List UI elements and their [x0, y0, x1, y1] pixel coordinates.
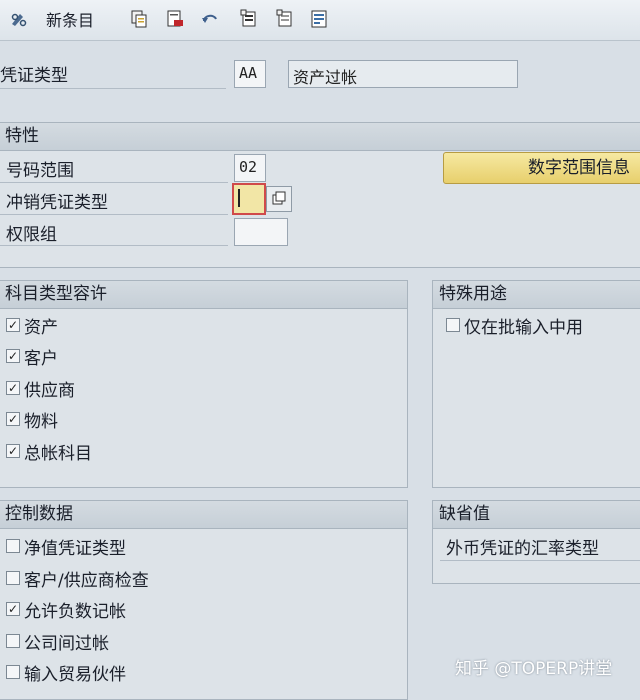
account-type-material-row[interactable]: ✓ 物料 — [6, 406, 58, 432]
display-change-button[interactable] — [6, 7, 32, 31]
checkbox-label: 允许负数记帐 — [24, 601, 126, 622]
text-cursor — [238, 189, 240, 207]
net-doc-type-row[interactable]: 净值凭证类型 — [6, 533, 126, 559]
checkbox[interactable]: ✓ — [6, 444, 20, 458]
select-all-button[interactable] — [236, 7, 262, 31]
checkbox[interactable] — [6, 571, 20, 585]
deselect-icon — [276, 9, 292, 27]
account-type-asset-row[interactable]: ✓ 资产 — [6, 312, 58, 338]
new-entries-label: 新条目 — [46, 11, 95, 30]
undo-icon — [202, 14, 217, 23]
special-usage-section-title: 特殊用途 — [433, 281, 640, 309]
application-toolbar: 新条目 — [0, 0, 640, 41]
watermark: 知乎 @TOPERP讲堂 — [455, 659, 613, 679]
checkbox[interactable]: ✓ — [6, 412, 20, 426]
account-type-customer-row[interactable]: ✓ 客户 — [6, 343, 58, 369]
checkbox[interactable]: ✓ — [6, 381, 20, 395]
checkbox-label: 客户 — [24, 348, 58, 369]
deselect-button[interactable] — [272, 7, 298, 31]
negative-postings-row[interactable]: ✓ 允许负数记帐 — [6, 596, 126, 622]
checkbox[interactable] — [446, 318, 460, 332]
checkbox[interactable]: ✓ — [6, 349, 20, 363]
account-type-gl-row[interactable]: ✓ 总帐科目 — [6, 438, 92, 464]
fx-rate-type-underline — [440, 560, 640, 561]
customer-vendor-check-row[interactable]: 客户/供应商检查 — [6, 565, 149, 591]
auth-group-underline — [0, 245, 228, 246]
auth-group-field[interactable] — [234, 218, 288, 246]
checkbox-label: 输入贸易伙伴 — [24, 664, 126, 685]
checkbox[interactable] — [6, 539, 20, 553]
number-range-field[interactable]: 02 — [234, 154, 266, 182]
number-range-info-button[interactable]: 数字范围信息 — [443, 152, 640, 184]
intercompany-posting-row[interactable]: 公司间过帐 — [6, 628, 109, 654]
copy-button[interactable] — [126, 7, 152, 31]
account-type-vendor-row[interactable]: ✓ 供应商 — [6, 375, 75, 401]
checkbox-label: 公司间过帐 — [24, 633, 109, 654]
doc-type-description-field: 资产过帐 — [288, 60, 518, 88]
number-range-label: 号码范围 — [6, 161, 74, 181]
copy-icon — [131, 10, 147, 28]
doc-type-label: 凭证类型 — [0, 66, 68, 86]
doc-type-code-field: AA — [234, 60, 266, 88]
properties-section-title: 特性 — [0, 123, 640, 151]
fx-rate-type-label: 外币凭证的汇率类型 — [446, 539, 599, 559]
checkbox[interactable] — [6, 665, 20, 679]
value-help-icon — [272, 191, 286, 205]
checkbox[interactable] — [6, 634, 20, 648]
checkbox-label: 资产 — [24, 317, 58, 338]
checkbox-label: 物料 — [24, 411, 58, 432]
checkbox[interactable]: ✓ — [6, 602, 20, 616]
trading-partner-row[interactable]: 输入贸易伙伴 — [6, 659, 126, 685]
detail-icon — [311, 10, 327, 28]
auth-group-label: 权限组 — [6, 225, 57, 245]
checkbox-label: 净值凭证类型 — [24, 538, 126, 559]
checkbox-label: 总帐科目 — [24, 443, 92, 464]
value-help-button[interactable] — [266, 186, 292, 212]
detail-button[interactable] — [306, 7, 332, 31]
account-types-section-title: 科目类型容许 — [0, 281, 407, 309]
reverse-doc-type-label: 冲销凭证类型 — [6, 193, 108, 213]
checkbox-label: 仅在批输入中用 — [464, 317, 583, 338]
select-all-icon — [240, 9, 256, 27]
reverse-doc-type-underline — [0, 214, 228, 215]
delete-button[interactable] — [162, 7, 188, 31]
control-data-section-title: 控制数据 — [0, 501, 407, 529]
checkbox[interactable]: ✓ — [6, 318, 20, 332]
doc-type-underline — [0, 88, 226, 89]
glasses-display-change-icon — [11, 13, 27, 27]
new-entries-button[interactable]: 新条目 — [46, 7, 112, 31]
undo-button[interactable] — [197, 7, 223, 31]
delete-icon — [167, 10, 183, 27]
defaults-section-title: 缺省值 — [433, 501, 640, 529]
batch-input-only-row[interactable]: 仅在批输入中用 — [446, 312, 583, 338]
checkbox-label: 供应商 — [24, 380, 75, 401]
number-range-underline — [0, 182, 228, 183]
checkbox-label: 客户/供应商检查 — [24, 570, 149, 591]
